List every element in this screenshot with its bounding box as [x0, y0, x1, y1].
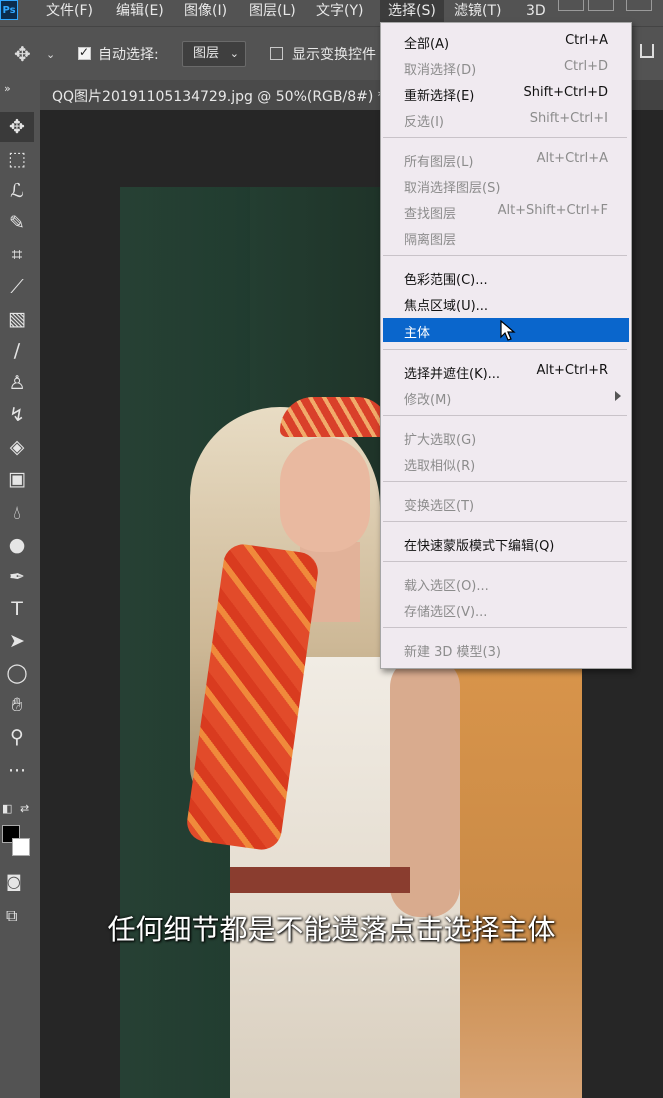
- auto-select-checkbox[interactable]: [78, 45, 91, 60]
- dropdown-value: 图层: [193, 46, 220, 61]
- menu-separator: [383, 521, 627, 522]
- menu-separator: [383, 415, 627, 416]
- move-tool-preset-icon[interactable]: ✥: [14, 42, 31, 66]
- brush-tool-icon[interactable]: ∕: [0, 336, 34, 366]
- face-region: [280, 437, 370, 552]
- photoshop-logo-icon: Ps: [0, 0, 18, 20]
- menu-separator: [383, 561, 627, 562]
- menu-item-quick-mask[interactable]: 在快速蒙版模式下编辑(Q): [383, 531, 629, 555]
- menu-item-all-layers[interactable]: 所有图层(L) Alt+Ctrl+A: [383, 147, 629, 171]
- menu-separator: [383, 137, 627, 138]
- menu-separator: [383, 255, 627, 256]
- menu-item-reselect[interactable]: 重新选择(E) Shift+Ctrl+D: [383, 81, 629, 105]
- menu-item-find-layers[interactable]: 查找图层 Alt+Shift+Ctrl+F: [383, 199, 629, 223]
- show-transform-label: 显示变换控件: [292, 47, 376, 63]
- minimize-button[interactable]: [558, 0, 584, 11]
- menu-item-deselect[interactable]: 取消选择(D) Ctrl+D: [383, 55, 629, 79]
- menu-item-similar[interactable]: 选取相似(R): [383, 451, 629, 475]
- document-tab-title: QQ图片20191105134729.jpg @ 50%(RGB/8#) *: [52, 89, 385, 105]
- type-tool-icon[interactable]: T: [0, 594, 34, 624]
- menu-item-select-all[interactable]: 全部(A) Ctrl+A: [383, 29, 629, 53]
- share-icon[interactable]: [640, 44, 654, 58]
- ellipse-tool-icon[interactable]: ◯: [0, 658, 34, 688]
- menu-item-isolate-layers[interactable]: 隔离图层: [383, 225, 629, 249]
- belt-region: [230, 867, 410, 893]
- move-tool-icon[interactable]: ✥: [0, 112, 34, 142]
- auto-select-label: 自动选择:: [98, 47, 159, 63]
- default-colors-icon[interactable]: ◧: [2, 802, 12, 815]
- marquee-tool-icon[interactable]: ⬚: [0, 144, 34, 174]
- show-transform-checkbox[interactable]: [270, 47, 283, 60]
- menu-item-save-selection[interactable]: 存储选区(V)...: [383, 597, 629, 621]
- pen-tool-icon[interactable]: ✒: [0, 562, 34, 592]
- zoom-tool-icon[interactable]: ⚲: [0, 722, 34, 752]
- chevron-down-icon[interactable]: ⌄: [46, 48, 55, 61]
- hand-tool-icon[interactable]: ✋︎: [0, 690, 34, 720]
- stamp-tool-icon[interactable]: ♙: [0, 368, 34, 398]
- menu-filter[interactable]: 滤镜(T): [446, 0, 509, 22]
- dodge-tool-icon[interactable]: ●: [0, 530, 34, 560]
- menu-item-color-range[interactable]: 色彩范围(C)...: [383, 265, 629, 289]
- menu-select[interactable]: 选择(S): [380, 0, 444, 22]
- menu-item-grow[interactable]: 扩大选取(G): [383, 425, 629, 449]
- chevron-down-icon: ⌄: [229, 47, 239, 60]
- swap-colors-icon[interactable]: ⇄: [20, 802, 29, 815]
- menu-item-modify[interactable]: 修改(M): [383, 385, 629, 409]
- close-button[interactable]: [626, 0, 652, 11]
- maximize-button[interactable]: [588, 0, 614, 11]
- mouse-cursor-icon: [500, 319, 516, 346]
- menu-layer[interactable]: 图层(L): [241, 0, 304, 22]
- eraser-tool-icon[interactable]: ◈: [0, 432, 34, 462]
- gradient-tool-icon[interactable]: ▣: [0, 464, 34, 494]
- menu-item-new-3d-model[interactable]: 新建 3D 模型(3): [383, 637, 629, 661]
- menu-item-transform-selection[interactable]: 变换选区(T): [383, 491, 629, 515]
- menu-edit[interactable]: 编辑(E): [108, 0, 172, 22]
- menu-item-deselect-layers[interactable]: 取消选择图层(S): [383, 173, 629, 197]
- menu-3d[interactable]: 3D: [518, 0, 554, 22]
- menu-separator: [383, 481, 627, 482]
- lasso-tool-icon[interactable]: ℒ: [0, 176, 34, 206]
- headband-region: [280, 397, 390, 437]
- menu-type[interactable]: 文字(Y): [308, 0, 371, 22]
- menu-image[interactable]: 图像(I): [176, 0, 235, 22]
- blur-tool-icon[interactable]: 💧︎: [0, 498, 34, 528]
- menu-item-inverse[interactable]: 反选(I) Shift+Ctrl+I: [383, 107, 629, 131]
- orange-wall-region: [450, 667, 582, 1098]
- video-subtitle: 任何细节都是不能遗落点击选择主体: [107, 913, 556, 946]
- eyedropper-tool-icon[interactable]: ⟋: [0, 272, 34, 302]
- quick-select-tool-icon[interactable]: ✎: [0, 208, 34, 238]
- menu-separator: [383, 627, 627, 628]
- menu-item-focus-area[interactable]: 焦点区域(U)...: [383, 291, 629, 315]
- menu-separator: [383, 349, 627, 350]
- quick-mask-icon[interactable]: ◙: [6, 872, 22, 891]
- collapse-icon[interactable]: »: [4, 82, 11, 95]
- document-tab[interactable]: QQ图片20191105134729.jpg @ 50%(RGB/8#) *: [40, 80, 385, 110]
- background-color-swatch[interactable]: [12, 838, 30, 856]
- path-select-tool-icon[interactable]: ➤: [0, 626, 34, 656]
- crop-tool-icon[interactable]: ⌗: [0, 240, 34, 270]
- history-brush-tool-icon[interactable]: ↯: [0, 400, 34, 430]
- menu-file[interactable]: 文件(F): [38, 0, 101, 22]
- more-tools-icon[interactable]: ···: [0, 756, 34, 786]
- menu-item-select-and-mask[interactable]: 选择并遮住(K)... Alt+Ctrl+R: [383, 359, 629, 383]
- menu-item-load-selection[interactable]: 载入选区(O)...: [383, 571, 629, 595]
- auto-select-target-dropdown[interactable]: 图层 ⌄: [182, 41, 246, 67]
- healing-tool-icon[interactable]: ▧: [0, 304, 34, 334]
- submenu-arrow-icon: [615, 391, 621, 401]
